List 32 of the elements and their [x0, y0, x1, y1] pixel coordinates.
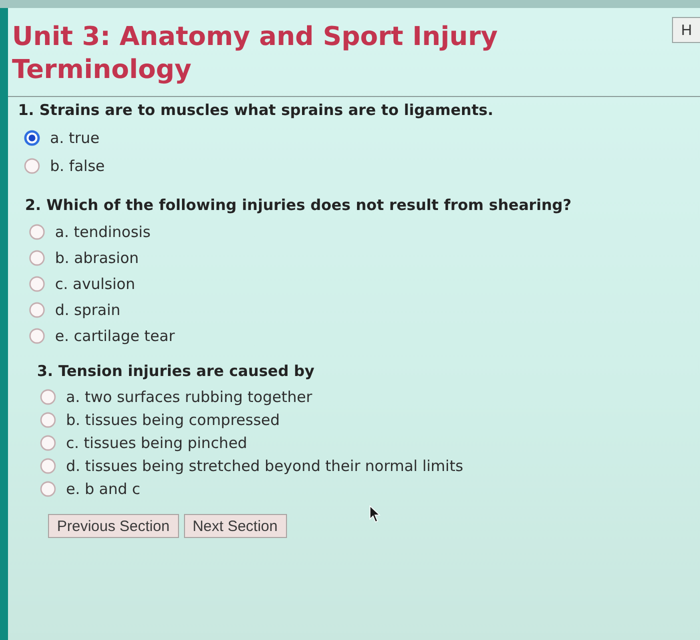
option-label[interactable]: d. sprain — [55, 300, 120, 320]
mouse-cursor-icon — [369, 505, 381, 523]
radio-button[interactable] — [29, 250, 45, 266]
option-label[interactable]: b. false — [50, 156, 105, 176]
option-label[interactable]: c. tissues being pinched — [66, 432, 248, 452]
radio-button[interactable] — [40, 412, 56, 428]
radio-button[interactable] — [24, 130, 40, 146]
section-button[interactable]: Previous Section — [48, 514, 179, 538]
radio-button[interactable] — [40, 480, 56, 496]
radio-button[interactable] — [29, 224, 45, 240]
radio-button[interactable] — [29, 328, 45, 344]
radio-button[interactable] — [40, 434, 56, 450]
option-label[interactable]: a. two surfaces rubbing together — [66, 386, 312, 406]
radio-button[interactable] — [24, 158, 40, 174]
radio-button[interactable] — [29, 276, 45, 292]
option-label[interactable]: a. tendinosis — [55, 222, 151, 242]
help-button[interactable]: H — [672, 17, 700, 43]
option-label[interactable]: a. true — [50, 128, 100, 148]
section-button[interactable]: Next Section — [184, 514, 287, 538]
option-label[interactable]: e. cartilage tear — [55, 326, 175, 346]
question-text: 3. Tension injuries are caused by — [37, 361, 314, 382]
option-label[interactable]: c. avulsion — [55, 274, 136, 294]
page-title: Unit 3: Anatomy and Sport Injury Terminology — [12, 21, 499, 87]
radio-button[interactable] — [40, 388, 56, 404]
radio-button[interactable] — [40, 458, 56, 474]
question-text: 1. Strains are to muscles what sprains are to ligaments. — [18, 100, 494, 121]
radio-button[interactable] — [29, 302, 45, 318]
option-label[interactable]: e. b and c — [66, 478, 140, 498]
option-label[interactable]: d. tissues being stretched beyond their normal limits — [66, 456, 464, 476]
option-label[interactable]: b. abrasion — [55, 248, 139, 268]
question-text: 2. Which of the following injuries does not result from shearing? — [25, 195, 572, 216]
option-label[interactable]: b. tissues being compressed — [66, 410, 280, 430]
